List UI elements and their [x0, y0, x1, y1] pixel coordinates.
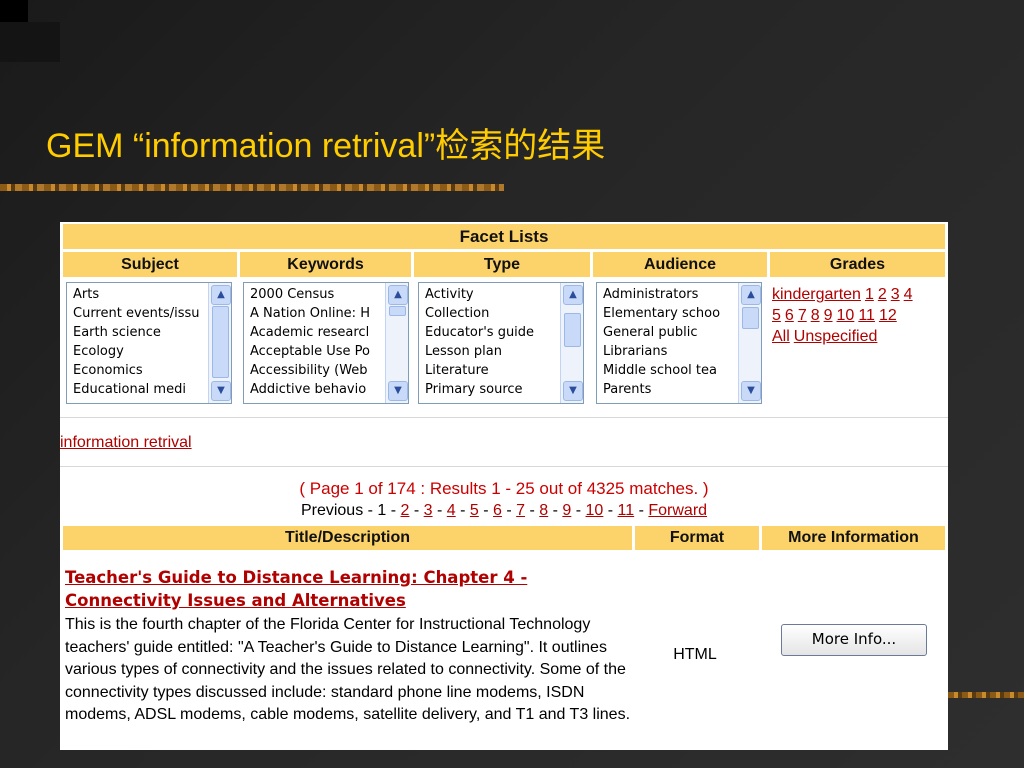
list-item[interactable]: General public	[603, 323, 737, 342]
scroll-down-icon[interactable]: ▼	[211, 381, 231, 401]
page-link[interactable]: 6	[493, 502, 502, 519]
page-link[interactable]: 8	[539, 502, 548, 519]
col-format: Format	[635, 526, 759, 550]
grade-link[interactable]: 5	[772, 307, 781, 324]
list-item[interactable]: Academic researcl	[250, 323, 384, 342]
scrollbar[interactable]: ▲ ▼	[560, 283, 583, 403]
type-listbox[interactable]: Activity Collection Educator's guide Les…	[418, 282, 584, 404]
result-description: This is the fourth chapter of the Florid…	[65, 616, 631, 723]
page-link[interactable]: 4	[447, 502, 456, 519]
list-item[interactable]: Parents	[603, 380, 737, 399]
grade-link-unspecified[interactable]: Unspecified	[794, 328, 878, 345]
grade-link[interactable]: 6	[785, 307, 794, 324]
scrollbar[interactable]: ▲ ▼	[385, 283, 408, 403]
gem-search-screenshot: Facet Lists Subject Keywords Type Audien…	[60, 222, 948, 750]
list-item[interactable]: A Nation Online: H	[250, 304, 384, 323]
grade-link[interactable]: kindergarten	[772, 286, 861, 303]
more-info-button[interactable]: More Info...	[781, 624, 927, 656]
query-link[interactable]: information retrival	[60, 434, 192, 452]
list-item[interactable]: Collection	[425, 304, 559, 323]
scroll-up-icon[interactable]: ▲	[388, 285, 408, 305]
list-item[interactable]: Economics	[73, 361, 207, 380]
list-item[interactable]: Earth science	[73, 323, 207, 342]
slide-title: GEM “information retrival”检索的结果	[46, 127, 606, 165]
corner-decoration-shade	[0, 22, 60, 62]
forward-link[interactable]: Forward	[648, 502, 707, 519]
scrollbar[interactable]: ▲ ▼	[208, 283, 231, 403]
scroll-up-icon[interactable]: ▲	[211, 285, 231, 305]
scroll-thumb[interactable]	[564, 313, 581, 347]
facet-col-keywords: Keywords	[240, 252, 411, 277]
result-title-link[interactable]: Teacher's Guide to Distance Learning: Ch…	[65, 566, 625, 612]
facet-lists-header: Facet Lists	[63, 224, 945, 249]
col-more-information: More Information	[762, 526, 945, 550]
title-divider	[0, 184, 504, 191]
scrollbar[interactable]: ▲ ▼	[738, 283, 761, 403]
page-link[interactable]: 5	[470, 502, 479, 519]
page-link[interactable]: 2	[401, 502, 410, 519]
page-link[interactable]: 3	[424, 502, 433, 519]
grade-link[interactable]: 8	[811, 307, 820, 324]
pager-previous: Previous - 1	[300, 502, 391, 519]
page-link[interactable]: 7	[516, 502, 525, 519]
scroll-up-icon[interactable]: ▲	[741, 285, 761, 305]
list-item[interactable]: Acceptable Use Po	[250, 342, 384, 361]
audience-listbox[interactable]: Administrators Elementary schoo General …	[596, 282, 762, 404]
pager: Previous - 1 - 2 - 3 - 4 - 5 - 6 - 7 - 8…	[300, 502, 708, 519]
facet-col-subject: Subject	[63, 252, 237, 277]
list-item[interactable]: Ecology	[73, 342, 207, 361]
grade-link[interactable]: 7	[798, 307, 807, 324]
list-item[interactable]: Addictive behavio	[250, 380, 384, 399]
page-link[interactable]: 9	[562, 502, 571, 519]
list-item[interactable]: Librarians	[603, 342, 737, 361]
list-item[interactable]: Arts	[73, 285, 207, 304]
list-item[interactable]: Educator's guide	[425, 323, 559, 342]
page-link[interactable]: 11	[618, 502, 635, 519]
facet-col-grades: Grades	[770, 252, 945, 277]
list-item[interactable]: Educational medi	[73, 380, 207, 399]
scroll-down-icon[interactable]: ▼	[388, 381, 408, 401]
scroll-thumb[interactable]	[389, 306, 406, 316]
result-format: HTML	[673, 646, 717, 663]
list-item[interactable]: Administrators	[603, 285, 737, 304]
scroll-up-icon[interactable]: ▲	[563, 285, 583, 305]
grade-link[interactable]: 10	[837, 307, 855, 324]
bottom-divider	[948, 692, 1024, 698]
col-title-description: Title/Description	[63, 526, 632, 550]
list-item[interactable]: Primary source	[425, 380, 559, 399]
list-item[interactable]: 2000 Census	[250, 285, 384, 304]
page-link[interactable]: 10	[586, 502, 604, 519]
scroll-down-icon[interactable]: ▼	[741, 381, 761, 401]
scroll-down-icon[interactable]: ▼	[563, 381, 583, 401]
list-item[interactable]: Accessibility (Web	[250, 361, 384, 380]
list-item[interactable]: Activity	[425, 285, 559, 304]
facet-col-type: Type	[414, 252, 590, 277]
grade-link[interactable]: 11	[858, 307, 875, 324]
grade-link[interactable]: 12	[879, 307, 897, 324]
grade-link[interactable]: 1	[865, 286, 874, 303]
grade-link[interactable]: 3	[891, 286, 900, 303]
grade-link[interactable]: 4	[904, 286, 913, 303]
corner-decoration	[0, 0, 28, 22]
grade-link-all[interactable]: All	[772, 328, 790, 345]
grades-links: kindergarten 1 2 3 4 5 6 7 8 9 10 11 12 All Unspecif…	[772, 284, 944, 347]
scroll-thumb[interactable]	[742, 307, 759, 329]
grade-link[interactable]: 9	[824, 307, 833, 324]
grade-link[interactable]: 2	[878, 286, 887, 303]
facet-col-audience: Audience	[593, 252, 767, 277]
results-summary: ( Page 1 of 174 : Results 1 - 25 out of …	[299, 479, 709, 498]
list-item[interactable]: Elementary schoo	[603, 304, 737, 323]
list-item[interactable]: Current events/issu	[73, 304, 207, 323]
list-item[interactable]: Literature	[425, 361, 559, 380]
keywords-listbox[interactable]: 2000 Census A Nation Online: H Academic …	[243, 282, 409, 404]
list-item[interactable]: Middle school tea	[603, 361, 737, 380]
subject-listbox[interactable]: Arts Current events/issu Earth science E…	[66, 282, 232, 404]
scroll-thumb[interactable]	[212, 306, 229, 378]
list-item[interactable]: Lesson plan	[425, 342, 559, 361]
query-row	[60, 417, 948, 467]
